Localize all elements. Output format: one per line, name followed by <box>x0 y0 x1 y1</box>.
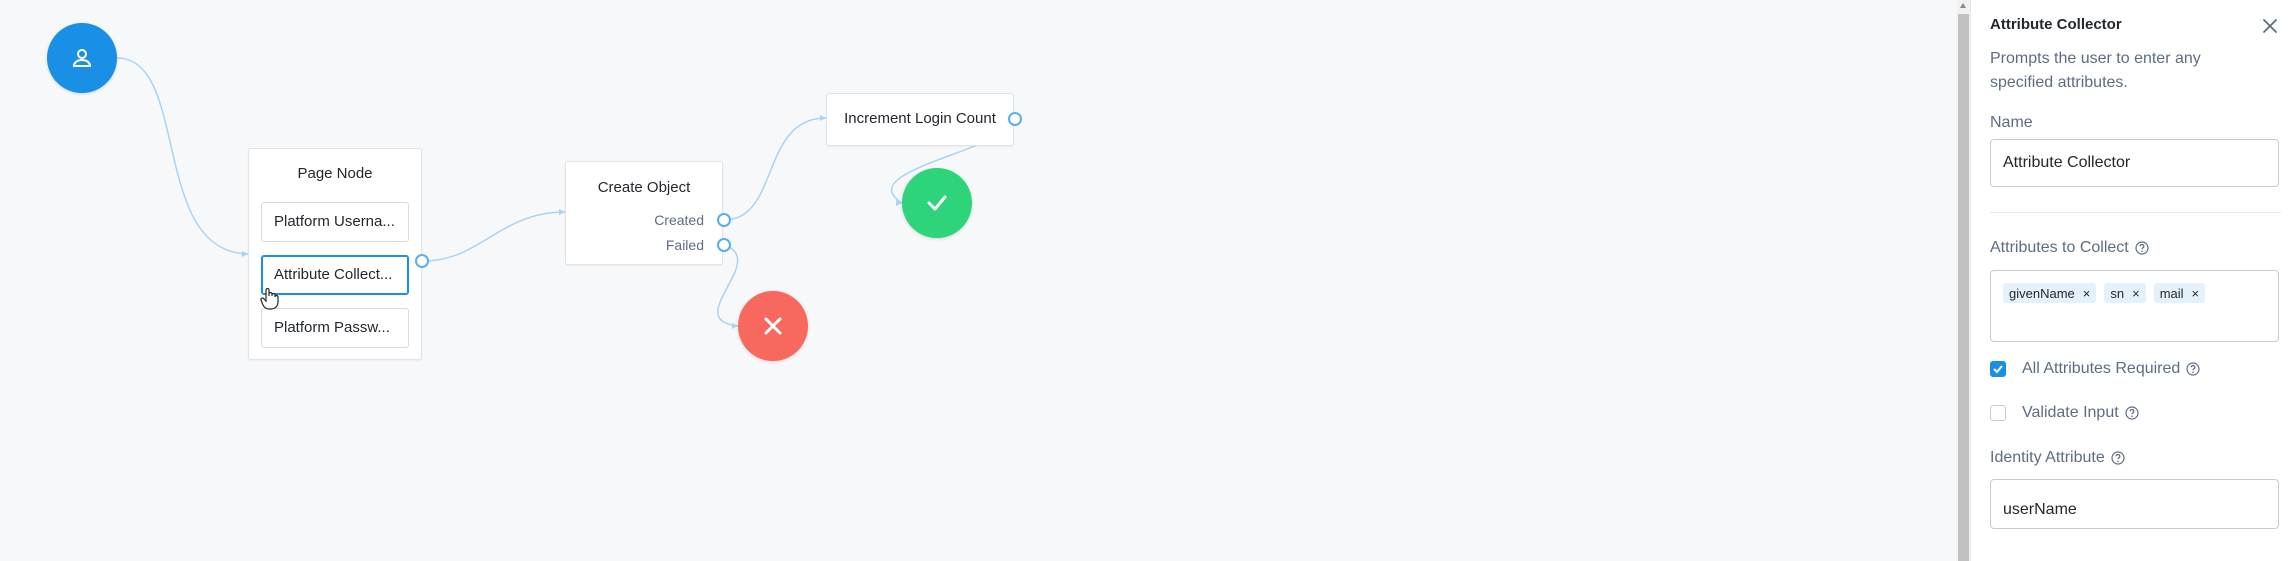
outcome-failed-label: Failed <box>665 237 704 253</box>
journey-canvas[interactable]: Page Node Platform Userna... Attribute C… <box>0 0 1957 561</box>
help-icon[interactable] <box>2186 362 2200 376</box>
wire-start-to-page <box>116 57 249 255</box>
checkbox-checked[interactable] <box>1990 361 2006 377</box>
x-icon <box>764 317 782 335</box>
validate-input-label: Validate Input <box>2022 404 2119 421</box>
name-label: Name <box>1990 114 2033 132</box>
validate-input-checkbox[interactable]: Validate Input <box>1990 404 2139 422</box>
page-node[interactable]: Page Node Platform Userna... Attribute C… <box>248 148 422 360</box>
page-node-output-port[interactable] <box>415 254 429 268</box>
scroll-up-arrow-icon[interactable] <box>1960 3 1966 8</box>
checkbox-unchecked[interactable] <box>1990 405 2006 421</box>
name-label-text: Name <box>1990 114 2033 131</box>
close-icon[interactable] <box>2260 16 2280 36</box>
success-node[interactable] <box>902 168 972 238</box>
remove-tag-icon[interactable]: × <box>2192 286 2200 301</box>
identity-attribute-label-text: Identity Attribute <box>1990 449 2105 466</box>
user-icon <box>72 49 92 67</box>
identity-attribute-label: Identity Attribute <box>1990 449 2125 467</box>
attribute-tag: sn × <box>2104 283 2146 303</box>
increment-output-port[interactable] <box>1008 112 1022 126</box>
attributes-tags-input[interactable]: givenName × sn × mail × <box>1990 270 2279 342</box>
hand-cursor-icon <box>260 287 279 310</box>
help-icon[interactable] <box>2125 406 2139 420</box>
attributes-label: Attributes to Collect <box>1990 239 2149 257</box>
attribute-tag: givenName × <box>2003 283 2097 303</box>
failed-output-port[interactable] <box>717 238 731 252</box>
create-object-title: Create Object <box>597 179 691 196</box>
node-properties-panel: Attribute Collector Prompts the user to … <box>1970 0 2291 561</box>
outcome-created-label: Created <box>654 212 704 228</box>
failure-node[interactable] <box>738 291 808 361</box>
panel-description: Prompts the user to enter any specified … <box>1990 50 2201 91</box>
panel-divider <box>1990 212 2281 213</box>
wire-created-to-increment <box>723 117 827 221</box>
child-node-platform-username[interactable]: Platform Userna... <box>261 202 409 242</box>
check-icon <box>1993 365 2003 374</box>
identity-attribute-input[interactable]: userName <box>1990 479 2279 529</box>
name-input[interactable]: Attribute Collector <box>1990 139 2279 187</box>
attributes-label-text: Attributes to Collect <box>1990 239 2129 256</box>
remove-tag-icon[interactable]: × <box>2083 286 2091 301</box>
remove-tag-icon[interactable]: × <box>2132 286 2140 301</box>
attribute-tag-label: mail <box>2159 285 2184 301</box>
wire-page-to-create <box>423 211 566 262</box>
create-object-node[interactable]: Create Object Created Failed <box>565 161 723 265</box>
attribute-tag: mail × <box>2153 283 2206 303</box>
canvas-scrollbar[interactable] <box>1957 0 1970 561</box>
start-node[interactable] <box>47 23 117 93</box>
checkmark-icon <box>927 195 947 211</box>
help-icon[interactable] <box>2111 451 2125 465</box>
child-node-platform-password[interactable]: Platform Passw... <box>261 308 409 348</box>
attribute-tag-label: sn <box>2110 285 2125 301</box>
attribute-tag-label: givenName <box>2009 285 2075 301</box>
increment-login-count-node[interactable]: Increment Login Count <box>826 93 1014 146</box>
all-attributes-required-label: All Attributes Required <box>2022 360 2181 377</box>
help-icon[interactable] <box>2135 241 2149 255</box>
created-output-port[interactable] <box>717 213 731 227</box>
increment-login-count-title: Increment Login Count <box>844 110 996 127</box>
panel-title: Attribute Collector <box>1990 16 2122 33</box>
scrollbar-thumb[interactable] <box>1958 14 1969 561</box>
child-node-attribute-collector[interactable]: Attribute Collect... <box>261 255 409 295</box>
page-node-title: Page Node <box>297 165 373 182</box>
all-attributes-required-checkbox[interactable]: All Attributes Required <box>1990 360 2200 378</box>
